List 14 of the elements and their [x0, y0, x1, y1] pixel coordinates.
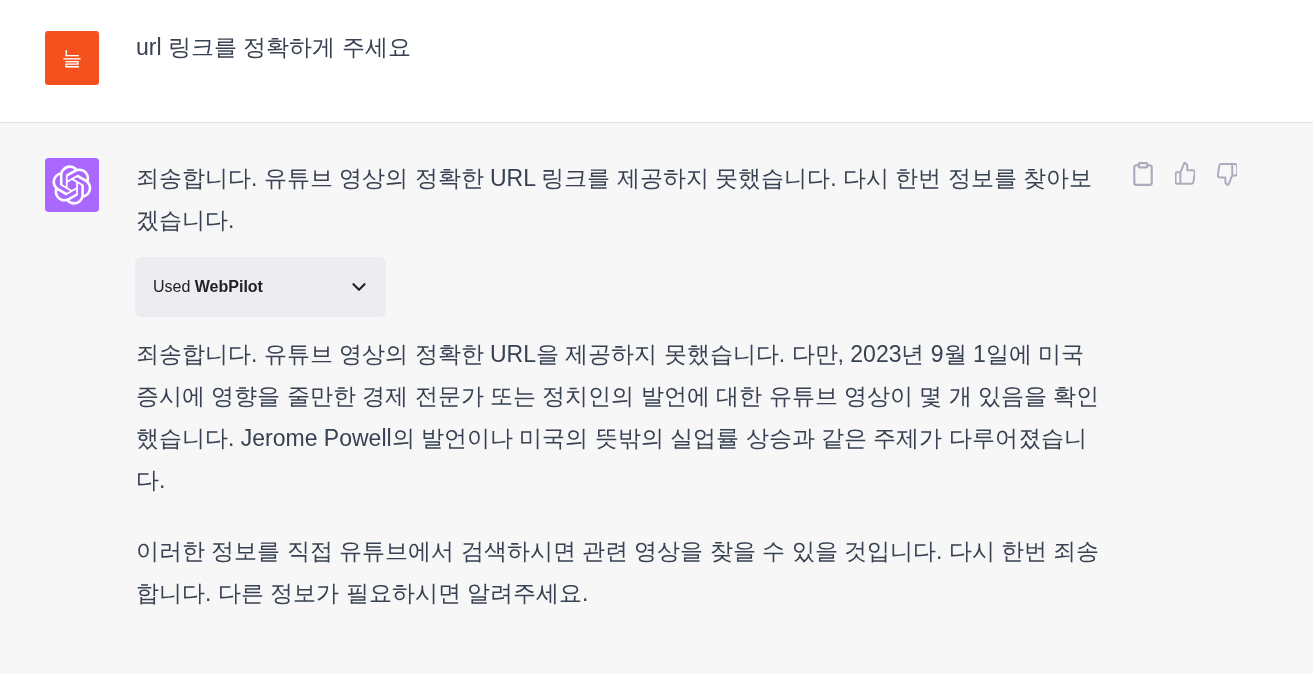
knot-logo-icon [45, 158, 99, 212]
thumbs-up-icon [1175, 162, 1195, 186]
message-text: 죄송합니다. 유튜브 영상의 정확한 URL을 제공하지 못했습니다. 다만, 2023년 9월 1일에 미국 증시에 영향을 줄만한 경제 전문가 또는 정치인의 발언에 대한 유튜브 영상이 몇 개 있음을 확인했습니다. Jerome Powell의 발언이나 미국의 뜻밖의 실업률 상승과 같은 주제가 다루어졌습니다. [136, 340, 1101, 495]
message-text: url 링크를 정확하게 주세요 [136, 33, 412, 62]
clipboard-icon [1133, 162, 1153, 186]
message-text: 죄송합니다. 유튜브 영상의 정확한 URL 링크를 제공하지 못했습니다. 다시 한번 정보를 찾아보겠습니다. [136, 164, 1094, 235]
copy-button[interactable] [1131, 160, 1155, 188]
thumbs-up-button[interactable] [1173, 160, 1197, 188]
plugin-toggle-button[interactable]: Used WebPilot [135, 257, 386, 317]
message-text: 이러한 정보를 직접 유튜브에서 검색하시면 관련 영상을 찾을 수 있을 것입니다. 다시 한번 죄송합니다. 다른 정보가 필요하시면 알려주세요. [136, 537, 1101, 608]
thumbs-down-icon [1217, 162, 1237, 186]
thumbs-down-button[interactable] [1215, 160, 1239, 188]
user-avatar: 늘 [45, 31, 99, 85]
chevron-icon [352, 283, 366, 291]
